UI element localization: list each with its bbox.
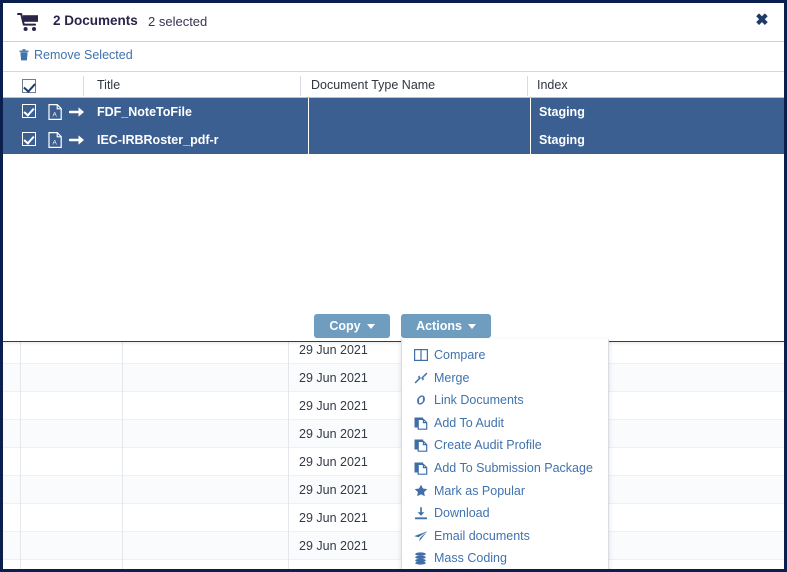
header-divider-1 [83, 76, 84, 96]
row-index: Staging [539, 126, 585, 154]
document-cart-panel: 2 Documents 2 selected ✖ Remove Selected [3, 3, 784, 342]
cart-document-count: 2 Documents [53, 13, 138, 28]
actions-button[interactable]: Actions [401, 314, 491, 338]
background-grid-rows: 29 Jun 202129 Jun 202129 Jun 202129 Jun … [3, 336, 784, 569]
background-grid-row[interactable]: 29 Jun 2021 [3, 504, 784, 532]
menu-item-label: Link Documents [434, 394, 524, 407]
menu-item-label: Create Audit Profile [434, 439, 542, 452]
row-divider-2 [530, 98, 531, 126]
arrow-right-icon[interactable] [69, 105, 85, 119]
background-column-divider-1 [20, 336, 21, 569]
header-divider-3 [527, 76, 528, 96]
app-window: ment selected 29 Jun 202129 Jun 202129 J… [0, 0, 787, 572]
background-grid-row[interactable]: 29 Jun 2021 [3, 476, 784, 504]
background-column-divider-2 [122, 336, 123, 569]
svg-text:A: A [52, 139, 57, 146]
actions-dropdown-menu[interactable]: Compare Merge Link Documents Add To Audit Cr… [401, 339, 609, 572]
menu-item-label: Compare [434, 349, 485, 362]
actions-button-label: Actions [416, 319, 462, 333]
checkbox-glyph [22, 79, 36, 93]
row-index: Staging [539, 98, 585, 126]
menu-item-label: Merge [434, 372, 469, 385]
menu-item-create-audit-profile[interactable]: Create Audit Profile [402, 434, 608, 457]
menu-item-label: Add To Audit [434, 417, 504, 430]
background-grid-row[interactable]: 29 Jun 2021 [3, 392, 784, 420]
background-row-date: 29 Jun 2021 [299, 476, 368, 504]
trash-icon [19, 49, 29, 61]
background-row-date: 29 Jun 2021 [299, 420, 368, 448]
chevron-down-icon [468, 324, 476, 329]
remove-selected-button[interactable]: Remove Selected [19, 48, 133, 62]
row-divider-1 [308, 98, 309, 126]
compare-columns-icon [413, 348, 428, 362]
row-divider-1 [308, 126, 309, 154]
stack-layers-icon [413, 552, 428, 566]
copy-button[interactable]: Copy [314, 314, 390, 338]
chain-link-icon [413, 393, 428, 407]
background-grid-row[interactable]: 29 Jun 2021 [3, 364, 784, 392]
paper-plane-icon [413, 529, 428, 543]
background-row-date: 29 Jun 2021 [299, 504, 368, 532]
menu-item-label: Add To Submission Package [434, 462, 593, 475]
cart-selected-count: 2 selected [148, 14, 207, 29]
cart-grid-body: A FDF_NoteToFile Staging A IEC-IRBRoster_pdf… [3, 98, 784, 154]
column-header-title[interactable]: Title [97, 72, 120, 99]
pdf-file-icon[interactable]: A [48, 104, 62, 120]
shopping-cart-icon [17, 13, 39, 32]
background-row-date: 29 Jun 2021 [299, 532, 368, 560]
menu-item-label: Mark as Popular [434, 485, 525, 498]
header-divider-2 [300, 76, 301, 96]
background-grid-row[interactable]: 29 Jun 2021 [3, 448, 784, 476]
background-row-date: 29 Jun 2021 [299, 392, 368, 420]
remove-selected-label: Remove Selected [34, 48, 133, 62]
cart-table-row[interactable]: A FDF_NoteToFile Staging [3, 98, 784, 126]
row-title: IEC-IRBRoster_pdf-r [97, 126, 219, 154]
cart-grid-header: Title Document Type Name Index [3, 71, 784, 98]
menu-item-merge[interactable]: Merge [402, 367, 608, 390]
download-icon [413, 506, 428, 520]
copy-pages-icon [413, 439, 428, 453]
copy-pages-icon [413, 461, 428, 475]
star-icon [413, 484, 428, 498]
background-row-date: 29 Jun 2021 [299, 364, 368, 392]
column-header-index[interactable]: Index [537, 72, 568, 99]
pdf-file-icon[interactable]: A [48, 132, 62, 148]
svg-text:A: A [52, 111, 57, 118]
chevron-down-icon [367, 324, 375, 329]
cart-grid-empty-area [3, 154, 784, 304]
cart-panel-header: 2 Documents 2 selected ✖ [3, 3, 784, 42]
background-row-date: 29 Jun 2021 [299, 448, 368, 476]
menu-item-compare[interactable]: Compare [402, 344, 608, 367]
row-divider-2 [530, 126, 531, 154]
copy-button-label: Copy [329, 319, 360, 333]
merge-arrows-icon [413, 371, 428, 385]
row-checkbox[interactable] [22, 104, 36, 118]
background-grid-row[interactable]: 29 Jun 2021 [3, 420, 784, 448]
menu-item-mass-coding[interactable]: Mass Coding [402, 547, 608, 570]
menu-item-add-to-submission-package[interactable]: Add To Submission Package [402, 457, 608, 480]
background-column-divider-3 [288, 336, 289, 569]
menu-item-label: Email documents [434, 530, 530, 543]
menu-item-email-documents[interactable]: Email documents [402, 525, 608, 548]
menu-item-download[interactable]: Download [402, 502, 608, 525]
menu-item-link-documents[interactable]: Link Documents [402, 389, 608, 412]
arrow-right-icon[interactable] [69, 133, 85, 147]
menu-item-label: Mass Coding [434, 552, 507, 565]
cart-table-row[interactable]: A IEC-IRBRoster_pdf-r Staging [3, 126, 784, 154]
row-checkbox[interactable] [22, 132, 36, 146]
column-header-document-type-name[interactable]: Document Type Name [311, 72, 435, 99]
menu-item-label: Download [434, 507, 490, 520]
select-all-checkbox[interactable] [22, 72, 36, 99]
cart-toolbar: Remove Selected [3, 42, 784, 71]
cart-action-bar: Copy Actions [3, 307, 784, 339]
menu-item-mark-as-popular[interactable]: Mark as Popular [402, 480, 608, 503]
background-grid-row[interactable]: 29 Jun 2021 [3, 532, 784, 560]
row-title: FDF_NoteToFile [97, 98, 192, 126]
menu-item-add-to-audit[interactable]: Add To Audit [402, 412, 608, 435]
close-icon[interactable]: ✖ [752, 11, 772, 31]
copy-pages-icon [413, 416, 428, 430]
